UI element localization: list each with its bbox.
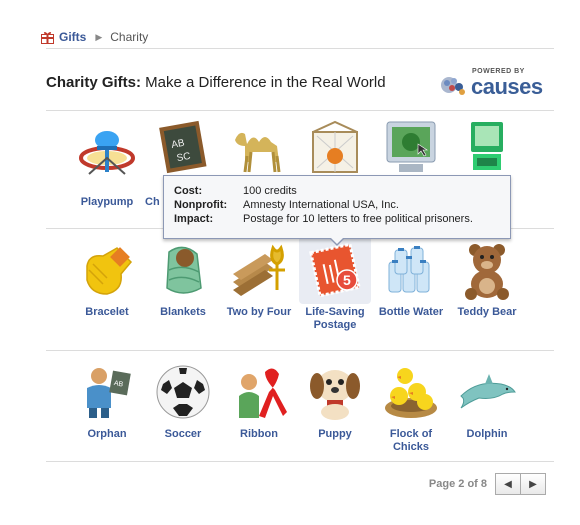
soccer-ball-icon [156,365,210,419]
tooltip-cost-label: Cost: [174,185,203,197]
computer-icon [386,121,436,172]
gift-label: Orphan [87,428,127,440]
chalkboard-icon: AB SC [159,120,207,174]
svg-text:5: 5 [343,272,351,288]
puppy-icon [310,370,360,420]
green-computer-icon [471,122,503,170]
gift-label: Puppy [318,428,352,440]
tooltip-nonprofit-value: Amnesty International USA, Inc. [243,199,399,211]
gift-item-puppy[interactable]: Puppy [299,356,371,468]
gift-label: Dolphin [466,428,508,440]
camel-icon [235,132,281,173]
tooltip-impact-value: Postage for 10 letters to free political… [243,213,473,225]
gift-item-soccer[interactable]: Soccer [147,356,219,468]
gift-item-life-saving-postage[interactable]: 5 Life-Saving Postage [299,234,371,346]
causes-brand-text: causes [471,74,543,99]
ribbon-icon [239,368,287,418]
gift-item-ribbon[interactable]: Ribbon [223,356,295,468]
gift-item-teddy-bear[interactable]: Teddy Bear [451,234,523,346]
divider [46,461,554,462]
pagination: Page 2 of 8 ◀ ▶ [429,473,546,495]
page-header: Charity Gifts: Make a Difference in the … [46,66,554,100]
gift-tooltip: Cost: 100 credits Nonprofit: Amnesty Int… [163,175,511,246]
gift-item-flock-of-chicks[interactable]: Flock of Chicks [375,356,447,468]
gift-label: Teddy Bear [457,306,517,318]
gift-item-two-by-four[interactable]: Two by Four [223,234,295,346]
gift-item-playpump[interactable]: Playpump [71,112,143,224]
gift-icon [41,31,54,44]
gift-item-dolphin[interactable]: Dolphin [451,356,523,468]
causes-dots-icon [441,77,465,95]
gift-row: AB Orphan Soccer Ribbon Puppy Flock of C… [46,356,554,476]
title-bold: Charity Gifts: [46,74,142,91]
divider [46,350,554,351]
tooltip-impact-label: Impact: [174,213,214,225]
divider [46,48,554,49]
postage-stamp-icon: 5 [309,242,361,298]
prev-page-button[interactable]: ◀ [495,473,521,495]
breadcrumb-current: Charity [110,30,149,44]
tooltip-arrow-inner [330,237,344,244]
gift-item-blankets[interactable]: Blankets [147,234,219,346]
gift-item-orphan[interactable]: AB Orphan [71,356,143,468]
dolphin-icon [460,374,516,409]
gift-label: Soccer [164,428,202,440]
orphan-icon: AB [87,368,131,418]
gift-label: Playpump [80,196,134,208]
lumber-icon [233,244,285,296]
gift-label: Blankets [160,306,206,318]
causes-logo[interactable]: POWERED BY causes [440,68,548,100]
gift-label: Ribbon [240,428,278,440]
tooltip-nonprofit-label: Nonprofit: [174,199,228,211]
svg-text:AB: AB [170,138,185,151]
chicks-icon [385,368,437,418]
bracelet-icon [86,247,133,295]
divider [46,110,554,111]
teddy-bear-icon [465,244,509,300]
title-rest: Make a Difference in the Real World [141,74,386,91]
gift-label: Two by Four [226,306,292,318]
gift-label: Bracelet [85,306,129,318]
playpump-icon [79,131,135,175]
breadcrumb-gifts-link[interactable]: Gifts [59,30,86,44]
breadcrumb-chevron-icon: ▶ [95,31,103,42]
blankets-icon [166,246,202,294]
page-indicator: Page 2 of 8 [428,478,487,490]
gift-item-bracelet[interactable]: Bracelet [71,234,143,346]
gift-row: Bracelet Blankets Two by Four 5 Life-Sav… [46,234,554,354]
next-page-button[interactable]: ▶ [521,473,546,495]
tooltip-cost-value: 100 credits [243,185,297,197]
gift-label: Bottle Water [378,306,444,318]
gift-item-bottle-water[interactable]: Bottle Water [375,234,447,346]
gift-label: Life-Saving Postage [305,306,365,331]
mosquito-net-icon [312,120,358,173]
breadcrumb: Gifts ▶ Charity [41,28,148,46]
page-title: Charity Gifts: Make a Difference in the … [46,74,386,91]
water-bottles-icon [388,246,430,293]
gift-label: Flock of Chicks [389,428,433,453]
